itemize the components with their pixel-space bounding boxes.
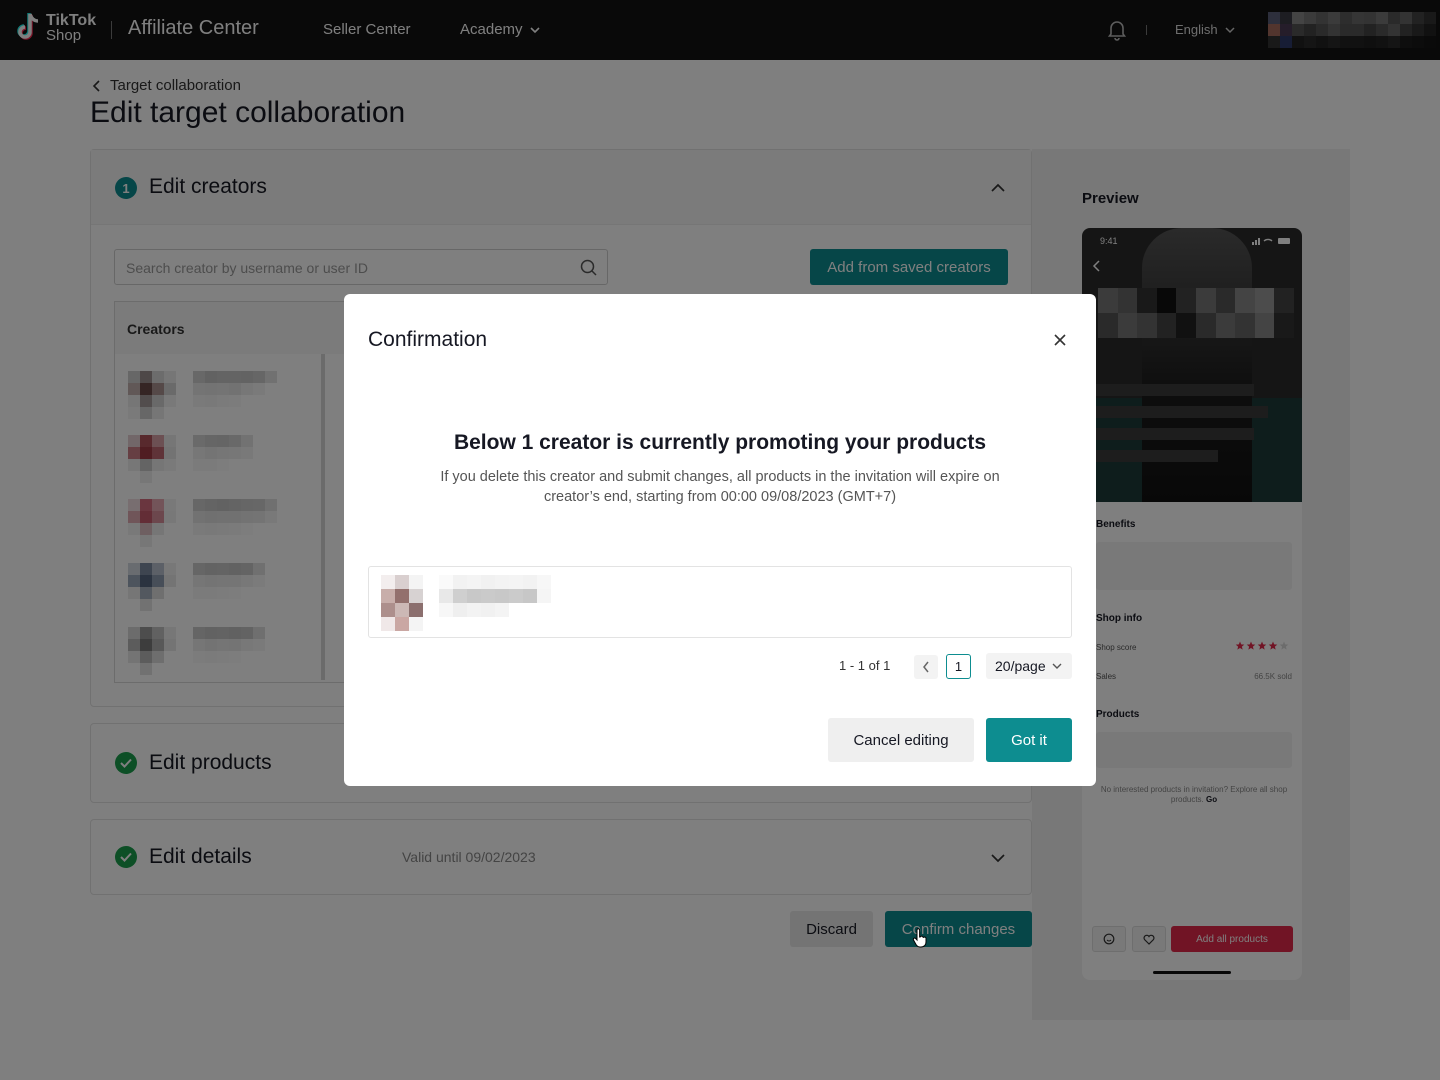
creator-name-pixelated: [439, 575, 565, 631]
pagination-prev-button[interactable]: [914, 655, 938, 679]
pagination-page-1[interactable]: 1: [946, 654, 971, 679]
promoting-creator-row: [368, 566, 1072, 638]
got-it-button[interactable]: Got it: [986, 718, 1072, 762]
page-size-value: 20/page: [995, 658, 1046, 674]
modal-title: Confirmation: [368, 328, 488, 351]
pagination-summary: 1 - 1 of 1: [839, 658, 891, 673]
modal-heading: Below 1 creator is currently promoting y…: [453, 431, 987, 454]
creator-avatar-pixelated: [381, 575, 423, 631]
close-icon[interactable]: [1052, 332, 1068, 348]
chevron-left-icon: [923, 661, 929, 673]
chevron-down-icon: [1052, 663, 1062, 669]
hand-pointer-cursor-icon: [912, 928, 927, 948]
modal-description: If you delete this creator and submit ch…: [440, 469, 1000, 505]
cancel-editing-button[interactable]: Cancel editing: [828, 718, 974, 762]
confirmation-modal: Confirmation Below 1 creator is currentl…: [344, 294, 1096, 786]
page-size-select[interactable]: 20/page: [986, 653, 1072, 679]
